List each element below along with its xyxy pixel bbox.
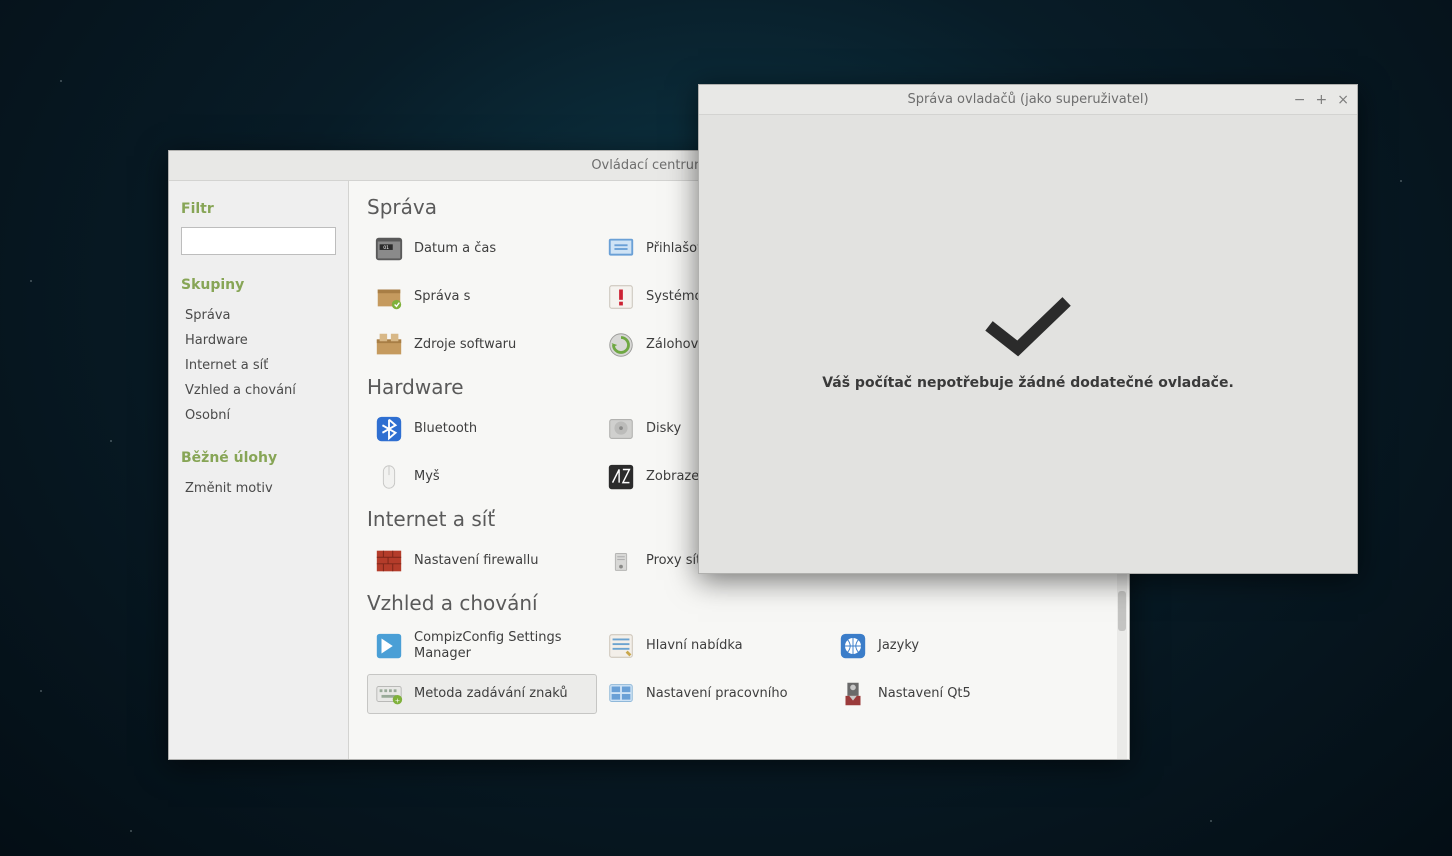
item-hlavni-nabidka[interactable]: Hlavní nabídka xyxy=(599,625,829,666)
sidebar-item-hardware[interactable]: Hardware xyxy=(181,328,336,353)
login-icon xyxy=(606,234,636,264)
proxy-icon xyxy=(606,546,636,576)
sources-icon xyxy=(374,330,404,360)
svg-text:+: + xyxy=(395,697,401,705)
disk-icon xyxy=(606,414,636,444)
backup-icon xyxy=(606,330,636,360)
item-jazyky[interactable]: Jazyky xyxy=(831,625,1061,666)
driver-message: Váš počítač nepotřebuje žádné dodatečné … xyxy=(822,375,1234,391)
item-label: Jazyky xyxy=(878,638,919,654)
alert-icon xyxy=(606,282,636,312)
item-label: Správa s xyxy=(414,289,470,305)
item-metoda-zadavani[interactable]: + Metoda zadávání znaků xyxy=(367,674,597,714)
qt-icon xyxy=(838,679,868,709)
sidebar-item-sprava[interactable]: Správa xyxy=(181,303,336,328)
search-input-wrapper[interactable] xyxy=(181,227,336,255)
globe-icon xyxy=(838,631,868,661)
item-label: Nastavení pracovního xyxy=(646,686,788,702)
item-pracovni[interactable]: Nastavení pracovního xyxy=(599,674,829,714)
maximize-button[interactable]: + xyxy=(1316,85,1328,115)
item-label: Disky xyxy=(646,421,681,437)
item-label: Přihlašov xyxy=(646,241,705,257)
item-label: Nastavení firewallu xyxy=(414,553,539,569)
sidebar-item-osobni[interactable]: Osobní xyxy=(181,403,336,428)
workspace-icon xyxy=(606,679,636,709)
section-title-vzhled: Vzhled a chování xyxy=(367,591,1111,615)
search-input[interactable] xyxy=(194,234,370,249)
sidebar-tasks-head: Běžné úlohy xyxy=(181,450,336,466)
item-label: Datum a čas xyxy=(414,241,496,257)
sidebar-item-vzhled[interactable]: Vzhled a chování xyxy=(181,378,336,403)
item-sprava-s[interactable]: Správa s xyxy=(367,277,597,317)
control-center-sidebar: Filtr Skupiny Správa Hardware Internet a… xyxy=(169,181,349,759)
driver-manager-title: Správa ovladačů (jako superuživatel) xyxy=(907,92,1148,107)
package-icon xyxy=(374,282,404,312)
item-datum-a-cas[interactable]: 01 Datum a čas xyxy=(367,229,597,269)
item-label: CompizConfig Settings Manager xyxy=(414,630,590,661)
menu-icon xyxy=(606,631,636,661)
item-bluetooth[interactable]: Bluetooth xyxy=(367,409,597,449)
checkmark-icon xyxy=(983,297,1073,357)
item-label: Nastavení Qt5 xyxy=(878,686,971,702)
driver-manager-titlebar[interactable]: Správa ovladačů (jako superuživatel) − +… xyxy=(699,85,1357,115)
item-label: Hlavní nabídka xyxy=(646,638,743,654)
sidebar-item-internet[interactable]: Internet a síť xyxy=(181,353,336,378)
sidebar-task-zmenit-motiv[interactable]: Změnit motiv xyxy=(181,476,336,501)
minimize-button[interactable]: − xyxy=(1294,85,1306,115)
firewall-icon xyxy=(374,546,404,576)
item-compiz[interactable]: CompizConfig Settings Manager xyxy=(367,625,597,666)
close-button[interactable]: × xyxy=(1337,85,1349,115)
bluetooth-icon xyxy=(374,414,404,444)
item-label: Metoda zadávání znaků xyxy=(414,686,568,702)
control-center-title: Ovládací centrum xyxy=(591,158,706,173)
svg-text:01: 01 xyxy=(383,245,389,251)
calendar-icon: 01 xyxy=(374,234,404,264)
item-mys[interactable]: Myš xyxy=(367,457,597,497)
compiz-icon xyxy=(374,631,404,661)
item-label: Myš xyxy=(414,469,440,485)
sidebar-filter-head: Filtr xyxy=(181,201,336,217)
display-icon xyxy=(606,462,636,492)
sidebar-groups-head: Skupiny xyxy=(181,277,336,293)
input-icon: + xyxy=(374,679,404,709)
mouse-icon xyxy=(374,462,404,492)
item-qt5[interactable]: Nastavení Qt5 xyxy=(831,674,1061,714)
driver-manager-window: Správa ovladačů (jako superuživatel) − +… xyxy=(698,84,1358,574)
scrollbar-thumb[interactable] xyxy=(1118,591,1126,631)
item-zdroje-softwaru[interactable]: Zdroje softwaru xyxy=(367,325,597,365)
item-label: Zdroje softwaru xyxy=(414,337,516,353)
item-firewall[interactable]: Nastavení firewallu xyxy=(367,541,597,581)
item-label: Bluetooth xyxy=(414,421,477,437)
